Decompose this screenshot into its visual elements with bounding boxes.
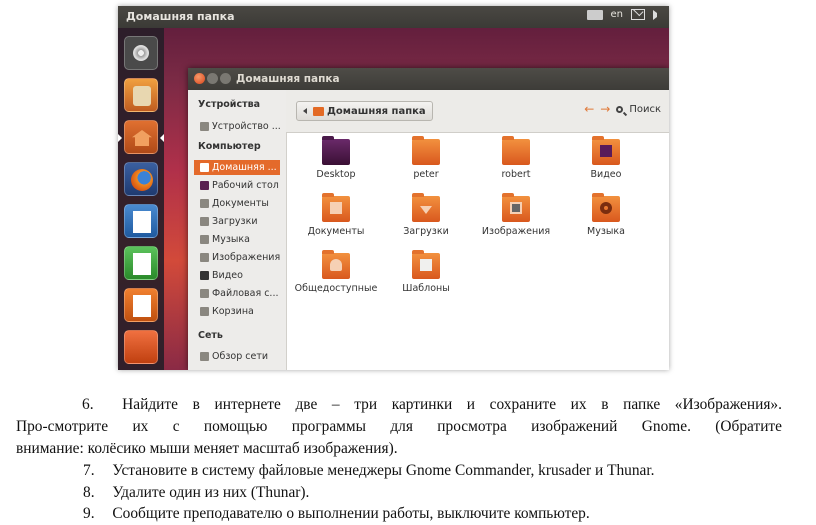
keyboard-icon[interactable] xyxy=(586,9,603,20)
file-item-peter[interactable]: peter xyxy=(383,136,469,180)
folder-icon xyxy=(412,136,440,165)
minimize-icon[interactable] xyxy=(207,73,218,84)
desktop-icon xyxy=(200,181,209,190)
pictures-icon xyxy=(200,253,209,262)
downloads-icon xyxy=(200,217,209,226)
sidebar-item-music[interactable]: Музыка xyxy=(200,232,282,247)
filesystem-icon xyxy=(200,289,209,298)
sidebar-item-downloads[interactable]: Загрузки xyxy=(200,214,282,229)
top-panel: Домашняя папка en xyxy=(118,6,669,28)
sidebar-item-network[interactable]: Обзор сети xyxy=(200,349,282,364)
places-sidebar: Устройства Устройство ... Компьютер Дома… xyxy=(188,90,287,370)
maximize-icon[interactable] xyxy=(220,73,231,84)
sidebar-item-videos[interactable]: Видео xyxy=(200,268,282,283)
ubuntu-screenshot: Домашняя папка en Домашняя папка Устройс… xyxy=(118,6,669,370)
back-arrow-icon[interactable]: ← xyxy=(584,103,594,115)
instruction-8: 8. Удалите один из них (Thunar). xyxy=(83,484,310,501)
file-item-desktop[interactable]: Desktop xyxy=(293,136,379,180)
sidebar-item-desktop[interactable]: Рабочий стол xyxy=(200,178,282,193)
file-view: Desktop peter robert Видео Документы Заг… xyxy=(287,133,669,370)
file-item-public[interactable]: Общедоступные xyxy=(293,250,379,294)
music-icon xyxy=(200,235,209,244)
system-tray: en xyxy=(586,9,664,20)
instruction-9: 9. Сообщите преподавателю о выполнении р… xyxy=(83,505,590,522)
sound-icon[interactable] xyxy=(653,9,663,20)
instruction-7: 7. Установите в систему файловые менедже… xyxy=(83,462,655,479)
sidebar-item-home[interactable]: Домашняя ... xyxy=(194,160,280,175)
running-indicator xyxy=(118,134,122,142)
close-icon[interactable] xyxy=(194,73,205,84)
public-folder-icon xyxy=(322,250,350,279)
file-item-downloads[interactable]: Загрузки xyxy=(383,193,469,237)
sidebar-item-filesystem[interactable]: Файловая с... xyxy=(200,286,282,301)
sidebar-header-computer: Компьютер xyxy=(198,141,261,152)
sidebar-item-device[interactable]: Устройство ... xyxy=(200,119,282,134)
calc-icon[interactable] xyxy=(124,246,158,280)
templates-folder-icon xyxy=(412,250,440,279)
sidebar-item-trash[interactable]: Корзина xyxy=(200,304,282,319)
keyboard-layout-indicator[interactable]: en xyxy=(611,9,624,20)
writer-icon[interactable] xyxy=(124,204,158,238)
documents-folder-icon xyxy=(322,193,350,222)
impress-icon[interactable] xyxy=(124,288,158,322)
window-title: Домашняя папка xyxy=(236,73,340,85)
home-folder-icon xyxy=(313,106,324,116)
search-icon[interactable] xyxy=(616,105,624,113)
file-item-documents[interactable]: Документы xyxy=(293,193,379,237)
downloads-folder-icon xyxy=(412,193,440,222)
instruction-number: 6. xyxy=(82,396,94,413)
firefox-icon[interactable] xyxy=(124,162,158,196)
trash-icon xyxy=(200,307,209,316)
file-item-videos[interactable]: Видео xyxy=(563,136,649,180)
top-panel-title: Домашняя папка xyxy=(126,10,235,23)
sidebar-item-pictures[interactable]: Изображения xyxy=(200,250,282,265)
video-icon xyxy=(200,271,209,280)
instruction-6-line-3: внимание: колёсико мыши меняет масштаб и… xyxy=(16,440,398,457)
instruction-6-line-2: Про-смотрите их с помощью программы для … xyxy=(16,418,782,435)
network-icon xyxy=(200,352,209,361)
sidebar-header-network: Сеть xyxy=(198,330,223,341)
sidebar-header-devices: Устройства xyxy=(198,99,261,110)
sidebar-item-documents[interactable]: Документы xyxy=(200,196,282,211)
file-item-templates[interactable]: Шаблоны xyxy=(383,250,469,294)
home-icon xyxy=(200,163,209,172)
launcher xyxy=(118,28,164,370)
file-item-music[interactable]: Музыка xyxy=(563,193,649,237)
home-folder-icon[interactable] xyxy=(124,120,158,154)
file-manager-window: Домашняя папка Устройства Устройство ...… xyxy=(188,68,669,370)
search-button[interactable]: Поиск xyxy=(629,104,661,115)
location-toolbar: Домашняя папка ← → Поиск xyxy=(286,90,669,133)
extra-app-icon[interactable] xyxy=(124,330,158,364)
instruction-6-line-1: 6. Найдите в интернете две – три картинк… xyxy=(82,396,782,413)
drive-icon xyxy=(200,122,209,131)
navigation-buttons: ← → Поиск xyxy=(584,103,661,115)
mail-icon[interactable] xyxy=(631,9,645,20)
file-item-robert[interactable]: robert xyxy=(473,136,559,180)
software-center-icon[interactable] xyxy=(124,78,158,112)
breadcrumb-back-icon[interactable] xyxy=(303,108,307,114)
folder-icon xyxy=(502,136,530,165)
focused-indicator xyxy=(160,134,164,142)
desktop-folder-icon xyxy=(322,136,350,165)
file-item-pictures[interactable]: Изображения xyxy=(473,193,559,237)
documents-icon xyxy=(200,199,209,208)
music-folder-icon xyxy=(592,193,620,222)
forward-arrow-icon[interactable]: → xyxy=(600,103,610,115)
video-folder-icon xyxy=(592,136,620,165)
breadcrumb[interactable]: Домашняя папка xyxy=(296,101,433,121)
pictures-folder-icon xyxy=(502,193,530,222)
window-titlebar[interactable]: Домашняя папка xyxy=(188,68,669,90)
dash-icon[interactable] xyxy=(124,36,158,70)
